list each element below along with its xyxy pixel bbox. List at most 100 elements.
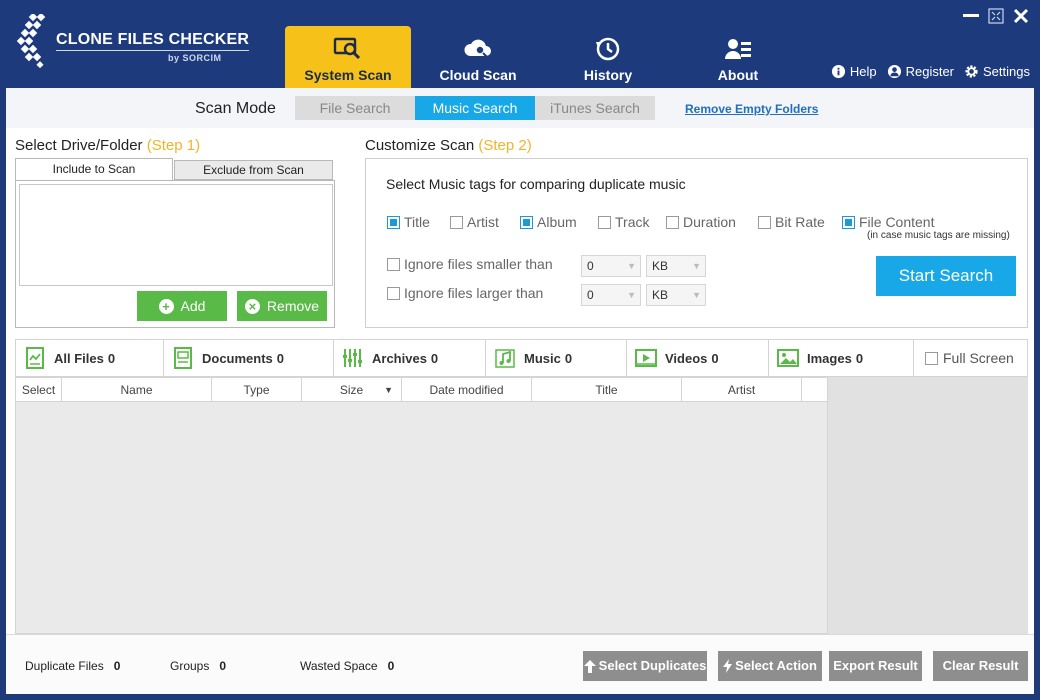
full-screen-checkbox[interactable]: Full Screen [925, 350, 1014, 366]
app-header: CLONE FILES CHECKER by SORCIM System Sca… [0, 0, 1040, 88]
tag-label: Track [615, 214, 650, 230]
close-button[interactable] [1013, 8, 1029, 24]
select-action-button[interactable]: Select Action [718, 651, 822, 681]
column-select[interactable]: Select [16, 378, 62, 402]
help-link[interactable]: Help [831, 64, 877, 79]
gear-icon [965, 65, 978, 78]
checkbox-box [520, 215, 533, 229]
info-icon [831, 64, 845, 79]
category-count: 0 [107, 350, 116, 366]
category-all-files[interactable]: All Files 0 [16, 340, 164, 376]
tab-system-scan[interactable]: System Scan [285, 26, 411, 88]
larger-size-select[interactable]: 0 ▼ [581, 284, 641, 306]
wasted-space-label: Wasted Space [300, 659, 378, 673]
tag-label: Title [404, 214, 430, 230]
tag-track-checkbox[interactable]: Track [598, 214, 649, 230]
ignore-larger-checkbox[interactable]: Ignore files larger than [387, 285, 543, 301]
add-folder-button[interactable]: + Add [137, 291, 227, 321]
x-circle-icon: × [244, 298, 260, 314]
remove-empty-folders-link[interactable]: Remove Empty Folders [685, 102, 818, 116]
maximize-button[interactable] [988, 8, 1004, 24]
scan-mode-label: Scan Mode [195, 100, 276, 117]
checkbox-box [666, 215, 679, 229]
duplicate-files-value: 0 [113, 659, 121, 673]
chevron-down-icon: ▼ [627, 261, 636, 271]
app-logo: CLONE FILES CHECKER by SORCIM [16, 12, 250, 70]
tab-label: Cloud Scan [439, 67, 517, 83]
tag-label: Artist [467, 214, 499, 230]
groups-label: Groups [170, 659, 210, 673]
category-count: 0 [564, 350, 573, 366]
music-search-button[interactable]: Music Search [415, 96, 535, 120]
smaller-unit-select[interactable]: KB ▼ [646, 255, 706, 277]
register-link[interactable]: Register [887, 64, 954, 79]
music-icon [495, 349, 515, 368]
category-music[interactable]: Music 0 [486, 340, 627, 376]
tag-artist-checkbox[interactable]: Artist [450, 214, 499, 230]
cloud-search-icon [464, 39, 491, 58]
tag-duration-checkbox[interactable]: Duration [666, 214, 736, 230]
tag-title-checkbox[interactable]: Title [387, 214, 430, 230]
file-search-button[interactable]: File Search [295, 96, 415, 120]
user-icon [887, 64, 901, 79]
tab-history[interactable]: History [545, 26, 671, 88]
music-tags-title: Select Music tags for comparing duplicat… [386, 176, 686, 192]
column-title[interactable]: Title [532, 378, 682, 402]
ignore-larger-label: Ignore files larger than [404, 285, 544, 301]
tag-file-content-checkbox[interactable]: File Content [842, 214, 934, 230]
column-name[interactable]: Name [62, 378, 212, 402]
tab-include-to-scan[interactable]: Include to Scan [15, 158, 173, 180]
settings-label: Settings [983, 64, 1030, 79]
clear-result-button[interactable]: Clear Result [933, 651, 1028, 681]
column-artist[interactable]: Artist [682, 378, 802, 402]
checkbox-box [387, 257, 400, 271]
category-documents[interactable]: Documents 0 [164, 340, 334, 376]
select-duplicates-button[interactable]: Select Duplicates [583, 651, 707, 681]
category-archives[interactable]: Archives 0 [334, 340, 486, 376]
drive-step: (Step 1) [146, 137, 201, 154]
plus-icon: + [158, 298, 174, 314]
tab-cloud-scan[interactable]: Cloud Scan [415, 26, 541, 88]
column-type[interactable]: Type [212, 378, 302, 402]
select-value: 0 [587, 259, 594, 273]
itunes-search-button[interactable]: iTunes Search [535, 96, 655, 120]
images-icon [777, 349, 799, 367]
file-category-bar: All Files 0 Documents 0 Archives 0 Music 0 V… [15, 339, 1028, 377]
category-videos[interactable]: Videos 0 [627, 340, 769, 376]
folder-list[interactable] [19, 184, 333, 286]
ignore-smaller-checkbox[interactable]: Ignore files smaller than [387, 256, 553, 272]
preview-panel [828, 377, 1028, 634]
export-result-button[interactable]: Export Result [829, 651, 922, 681]
select-duplicates-label: Select Duplicates [598, 658, 707, 673]
column-size-label: Size [339, 383, 364, 397]
larger-unit-select[interactable]: KB ▼ [646, 284, 706, 306]
register-label: Register [905, 64, 955, 79]
category-count: 0 [855, 350, 864, 366]
main-panel: Select Drive/Folder (Step 1) Include to … [6, 128, 1034, 634]
tab-label: About [717, 67, 759, 83]
tag-bitrate-checkbox[interactable]: Bit Rate [758, 214, 825, 230]
checkbox-box [450, 215, 463, 229]
tag-album-checkbox[interactable]: Album [520, 214, 577, 230]
column-size[interactable]: Size ▼ [302, 378, 402, 402]
remove-folder-button[interactable]: × Remove [237, 291, 327, 321]
history-icon [596, 37, 620, 61]
start-search-button[interactable]: Start Search [876, 256, 1016, 296]
wasted-space-value: 0 [387, 659, 395, 673]
all-files-icon [26, 347, 44, 369]
settings-link[interactable]: Settings [964, 64, 1030, 79]
chevron-down-icon: ▼ [692, 290, 701, 300]
tab-about[interactable]: About [675, 26, 801, 88]
groups-value: 0 [219, 659, 227, 673]
smaller-size-select[interactable]: 0 ▼ [581, 255, 641, 277]
tag-label: Bit Rate [775, 214, 825, 230]
category-label: Images [807, 350, 852, 366]
category-images[interactable]: Images 0 [769, 340, 914, 376]
minimize-button[interactable] [963, 14, 979, 17]
column-date-modified[interactable]: Date modified [402, 378, 532, 402]
tag-label: File Content [859, 214, 935, 230]
sort-desc-icon: ▼ [384, 385, 393, 395]
tab-exclude-from-scan[interactable]: Exclude from Scan [174, 160, 333, 180]
category-label: All Files [54, 350, 104, 366]
drive-panel: + Add × Remove [15, 180, 335, 328]
